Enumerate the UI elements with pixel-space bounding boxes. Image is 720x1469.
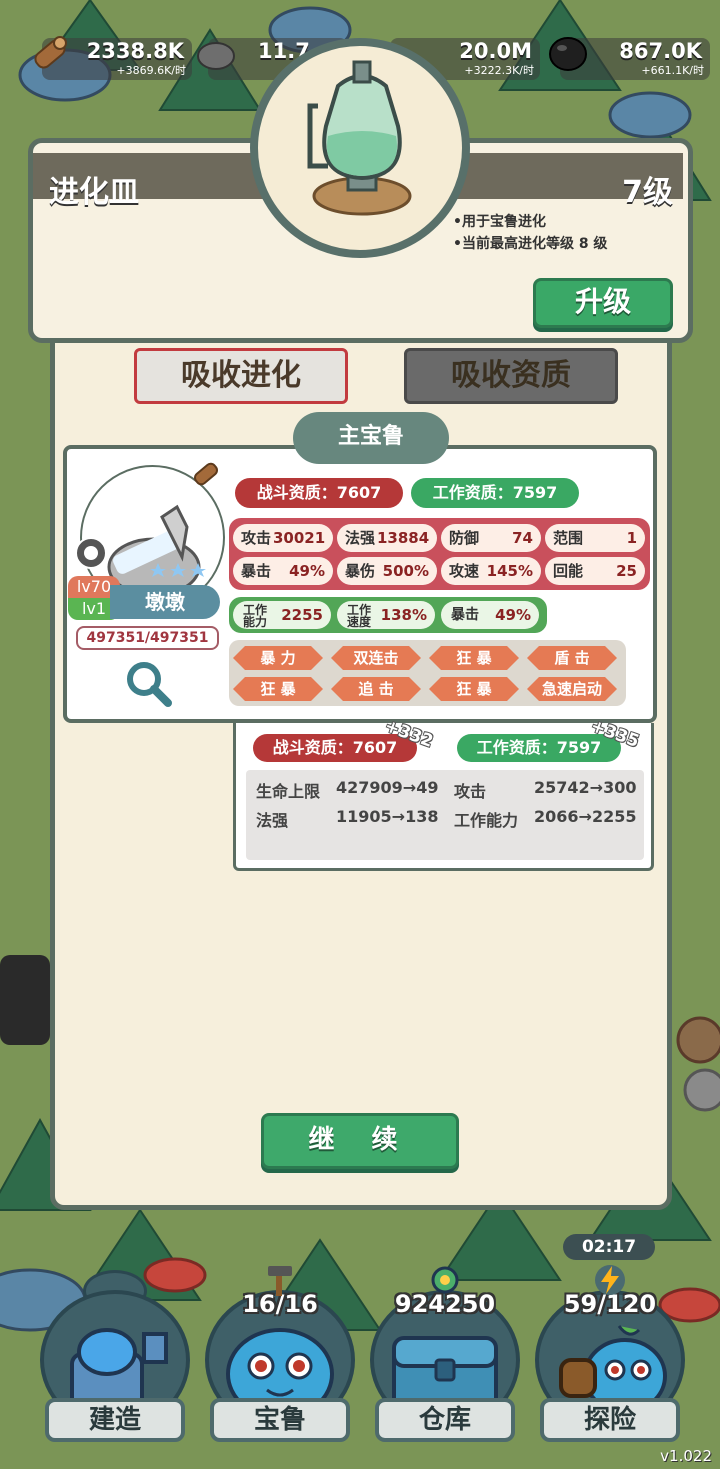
combat-stats: 攻击 30021 法强 13884 防御 74 范围 1 暴击 49% 暴伤 500% 攻速…	[229, 518, 650, 590]
resource-amount: 2338.8K	[86, 39, 184, 63]
wood-element-icon	[193, 462, 219, 486]
item-level: 7级	[622, 175, 673, 210]
evolution-dish-icon	[307, 60, 412, 216]
work-stat-value: 2255	[281, 606, 323, 624]
item-desc-1: •用于宝鲁进化	[453, 214, 546, 230]
work-stat-key: 暴击	[451, 607, 479, 623]
stat-magic: 法强 13884	[337, 524, 437, 552]
work-stats: 工作能力 2255 工作速度 138% 暴击 49%	[229, 597, 547, 633]
coal-icon	[549, 37, 587, 71]
skill-list: 暴 力 双连击 狂 暴 盾 击 狂 暴 追 击 狂 暴 急速启动	[229, 640, 626, 706]
stat-key: 攻速	[449, 562, 480, 580]
version-label: v1.022	[660, 1447, 712, 1465]
stat-attack: 攻击 30021	[233, 524, 333, 552]
skill-tag[interactable]: 追 击	[331, 677, 421, 701]
resource-wood[interactable]: 2338.8K +3869.6K/时	[34, 36, 192, 80]
main-beast-header: 主宝鲁	[293, 412, 449, 464]
magnify-icon[interactable]	[122, 657, 174, 709]
stat-crit: 暴击 49%	[233, 557, 333, 585]
wood-icon	[34, 36, 67, 69]
stat-value: 13884	[377, 529, 430, 547]
item-desc-2: •当前最高进化等级 8 级	[453, 236, 608, 252]
stat-value: 30021	[273, 529, 326, 547]
resource-coal[interactable]: 867.0K +661.1K/时	[549, 37, 710, 80]
nav-explore-label: 探险	[540, 1398, 680, 1442]
resource-rate: +661.1K/时	[641, 64, 704, 77]
stat-key: 攻击	[241, 529, 272, 547]
lightning-icon	[595, 1265, 625, 1295]
stone-icon	[197, 42, 235, 70]
stat-key: 法强	[345, 529, 376, 547]
gain-value: 11905→138	[336, 807, 439, 826]
beast-name: 墩墩	[110, 585, 220, 619]
stat-range: 范围 1	[545, 524, 645, 552]
work-aptitude: 工作资质：7597	[411, 478, 579, 508]
stat-key: 暴击	[241, 562, 272, 580]
stat-attack-speed: 攻速 145%	[441, 557, 541, 585]
gain-key: 工作能力	[454, 811, 519, 830]
nav-beast[interactable]: 16/16 宝鲁	[200, 1266, 360, 1445]
work-stat-speed: 工作速度 138%	[337, 601, 435, 629]
work-stat-value: 138%	[380, 606, 427, 624]
gain-value: 2066→2255	[534, 807, 637, 826]
gain-value: 25742→300	[534, 778, 637, 797]
tab-absorb-aptitude[interactable]: 吸收资质	[404, 348, 618, 404]
skill-tag[interactable]: 双连击	[331, 646, 421, 670]
nav-build[interactable]: 建造	[35, 1270, 195, 1445]
skill-tag[interactable]: 暴 力	[233, 646, 323, 670]
work-stat-key: 工作速度	[347, 603, 372, 629]
stat-value: 74	[512, 529, 533, 547]
nav-explore[interactable]: 59/120 探险	[530, 1265, 690, 1445]
nav-beast-label: 宝鲁	[210, 1398, 350, 1442]
stat-value: 1	[626, 529, 637, 547]
skill-tag[interactable]: 盾 击	[527, 646, 617, 670]
stat-energy-regen: 回能 25	[545, 557, 645, 585]
stat-value: 49%	[289, 562, 325, 580]
stat-defense: 防御 74	[441, 524, 541, 552]
nav-build-label: 建造	[45, 1398, 185, 1442]
stat-key: 暴伤	[345, 562, 376, 580]
gain-key: 法强	[256, 811, 289, 830]
upgrade-button[interactable]: 升级	[533, 278, 673, 328]
stat-key: 范围	[553, 529, 584, 547]
expedition-timer: 02:17	[563, 1234, 655, 1260]
combat-aptitude: 战斗资质：7607	[235, 478, 403, 508]
stat-crit-damage: 暴伤 500%	[337, 557, 437, 585]
skill-tag[interactable]: 狂 暴	[429, 677, 519, 701]
work-stat-value: 49%	[495, 606, 531, 624]
resource-amount: 20.0M	[459, 39, 532, 63]
item-portrait	[250, 38, 470, 258]
stat-value: 500%	[382, 562, 429, 580]
stat-value: 25	[616, 562, 637, 580]
work-stat-crit: 暴击 49%	[441, 601, 539, 629]
element-badge-icon	[75, 537, 107, 569]
resource-rate: +3869.6K/时	[116, 64, 186, 77]
work-stat-ability: 工作能力 2255	[233, 601, 331, 629]
gear-icon	[431, 1266, 459, 1294]
gain-value: 427909→49	[336, 778, 439, 797]
beast-hp: 497351/497351	[76, 626, 219, 650]
work-stat-key: 工作能力	[243, 603, 268, 629]
stat-value: 145%	[486, 562, 533, 580]
item-title: 进化皿	[49, 175, 139, 210]
gain-key: 生命上限	[256, 782, 321, 801]
continue-button[interactable]: 继 续	[261, 1113, 459, 1169]
hammer-icon	[268, 1266, 292, 1296]
skill-tag[interactable]: 狂 暴	[233, 677, 323, 701]
stat-key: 防御	[449, 529, 480, 547]
skill-tag[interactable]: 狂 暴	[429, 646, 519, 670]
nav-warehouse[interactable]: 924250 仓库	[365, 1266, 525, 1445]
tab-absorb-evolution[interactable]: 吸收进化	[134, 348, 348, 404]
nav-warehouse-label: 仓库	[375, 1398, 515, 1442]
gain-key: 攻击	[454, 782, 487, 801]
stat-key: 回能	[553, 562, 584, 580]
stat-gain-box: 生命上限 427909→49 攻击 25742→300 法强 11905→138…	[246, 770, 644, 860]
resource-rate: +3222.3K/时	[464, 64, 534, 77]
resource-amount: 867.0K	[619, 39, 702, 63]
skill-tag[interactable]: 急速启动	[527, 677, 617, 701]
